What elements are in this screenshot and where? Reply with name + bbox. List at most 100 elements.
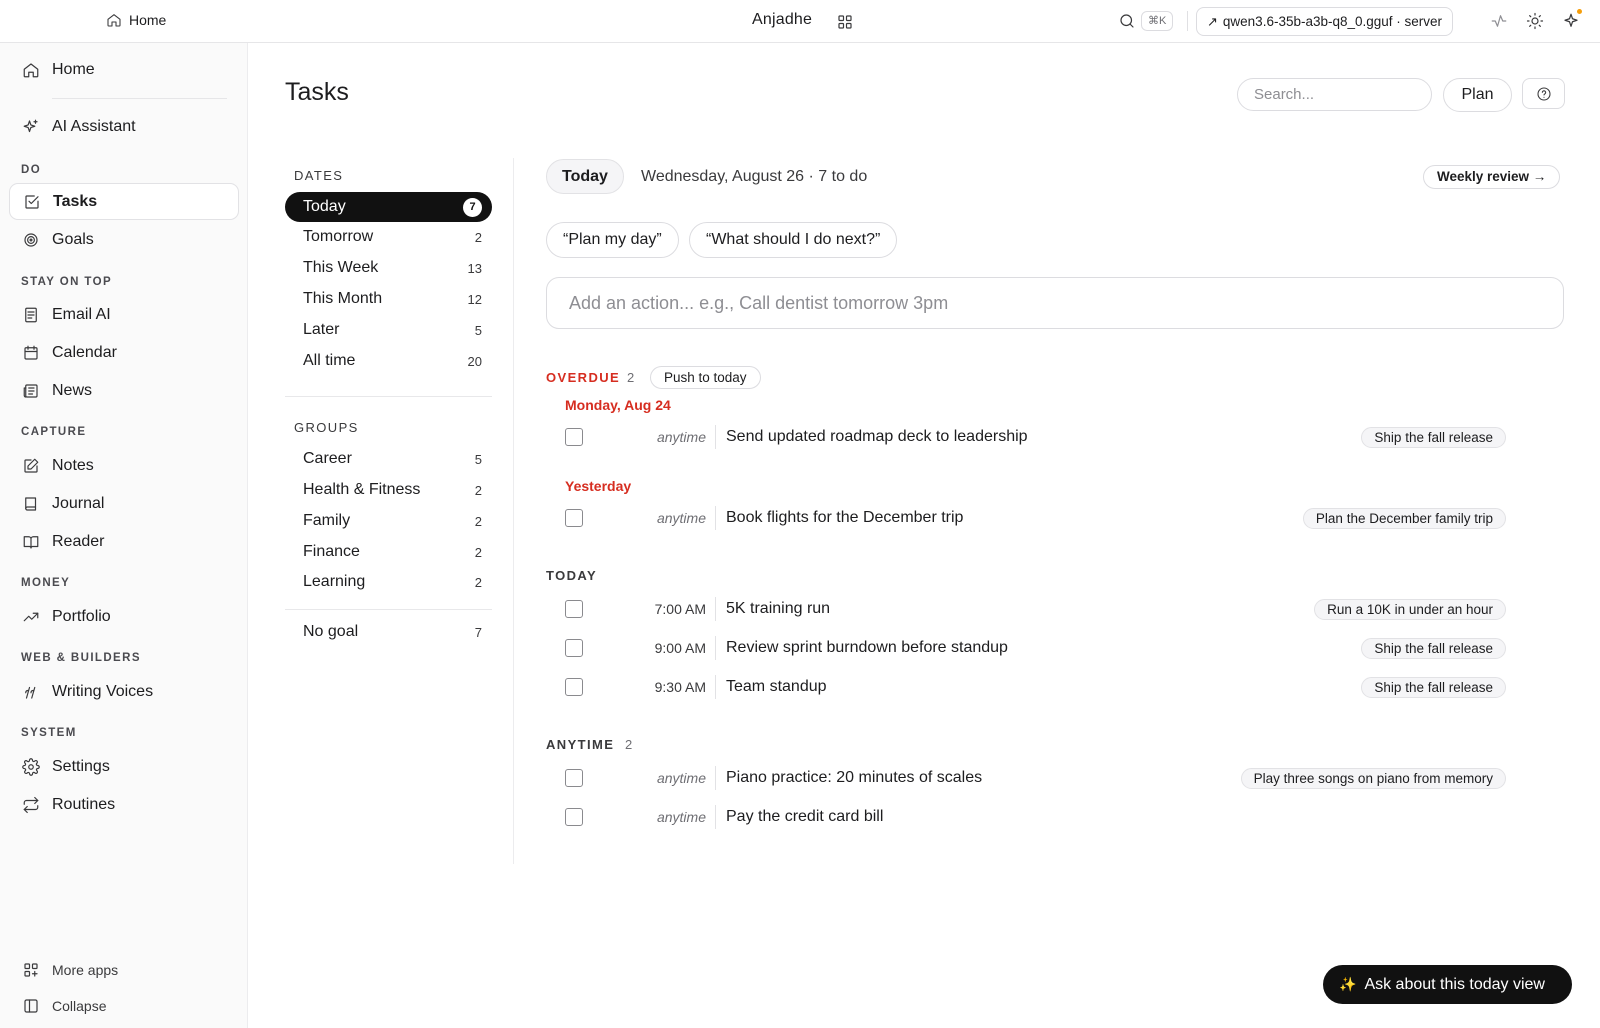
task-divider [715, 597, 716, 621]
push-to-today-button[interactable]: Push to today [650, 366, 761, 389]
task-goal-badge[interactable]: Plan the December family trip [1302, 508, 1506, 529]
filter-group-finance[interactable]: Finance 2 [285, 537, 492, 567]
weekly-review-button[interactable]: Weekly review → [1423, 165, 1561, 189]
filter-no-goal[interactable]: No goal 7 [285, 617, 492, 647]
sidebar-item-label: Reader [52, 532, 105, 550]
newspaper-icon [23, 383, 38, 398]
sidebar-item-email-ai[interactable]: Email AI [9, 296, 239, 333]
sidebar-item-label: News [52, 381, 93, 399]
model-selector[interactable]: ↗ qwen3.6-35b-a3b-q8_0.gguf · server [1196, 7, 1454, 36]
sidebar-more-apps[interactable]: More apps [9, 961, 118, 979]
task-row: anytime Book flights for the December tr… [546, 501, 1506, 535]
task-checkbox[interactable] [565, 769, 583, 787]
task-checkbox[interactable] [565, 639, 583, 657]
theme-toggle[interactable] [1526, 12, 1544, 30]
activity-button[interactable] [1490, 12, 1508, 30]
task-goal-badge[interactable]: Run a 10K in under an hour [1314, 599, 1506, 620]
add-action-input[interactable] [546, 277, 1564, 329]
filter-label: No goal [303, 623, 359, 640]
filter-all-time[interactable]: All time 20 [285, 346, 492, 376]
grid-icon [838, 15, 852, 29]
sidebar-item-home[interactable]: Home [9, 51, 239, 88]
sidebar-item-ai-assistant[interactable]: AI Assistant [9, 108, 239, 145]
sidebar-item-settings[interactable]: Settings [9, 748, 239, 785]
sidebar-item-calendar[interactable]: Calendar [9, 334, 239, 371]
sidebar-item-tasks[interactable]: Tasks [9, 183, 239, 220]
filter-group-learning[interactable]: Learning 2 [285, 567, 492, 597]
overdue-day-label: Yesterday [565, 478, 632, 494]
task-row: anytime Send updated roadmap deck to lea… [546, 420, 1506, 454]
sidebar-item-routines[interactable]: Routines [9, 786, 239, 823]
task-title[interactable]: Book flights for the December trip [726, 509, 963, 527]
suggestion-what-next[interactable]: “What should I do next?” [689, 222, 898, 258]
sidebar-item-writing-voices[interactable]: Writing Voices [9, 673, 239, 710]
task-checkbox[interactable] [565, 678, 583, 696]
task-title[interactable]: Review sprint burndown before standup [726, 639, 1008, 657]
filter-group-family[interactable]: Family 2 [285, 506, 492, 536]
section-label-system: SYSTEM [21, 727, 77, 739]
search-input[interactable] [1237, 78, 1432, 111]
topbar-home-link[interactable]: Home [106, 12, 166, 28]
today-view-pill[interactable]: Today [546, 159, 624, 194]
suggestion-plan-my-day[interactable]: “Plan my day” [546, 222, 679, 258]
sidebar-item-reader[interactable]: Reader [9, 523, 239, 560]
sidebar-item-label: Goals [52, 230, 94, 248]
app-brand[interactable]: Anjadhe [752, 11, 812, 29]
activity-icon [1491, 15, 1507, 27]
gear-icon [22, 757, 40, 776]
search-icon [1120, 14, 1134, 28]
document-icon [25, 307, 37, 322]
task-checkbox[interactable] [565, 509, 583, 527]
filter-this-month[interactable]: This Month 12 [285, 284, 492, 314]
ask-ai-button[interactable]: ✨ Ask about this today view [1323, 965, 1572, 1004]
sidebar-collapse[interactable]: Collapse [9, 997, 106, 1015]
task-title[interactable]: Piano practice: 20 minutes of scales [726, 769, 982, 787]
sidebar-item-goals[interactable]: Goals [9, 221, 239, 258]
target-icon [24, 232, 38, 247]
ai-sparkle-button[interactable] [1562, 12, 1580, 30]
plan-button[interactable]: Plan [1443, 78, 1512, 112]
anytime-section-label: ANYTIME [546, 737, 615, 752]
task-goal-badge[interactable]: Ship the fall release [1361, 677, 1506, 698]
help-icon [1536, 86, 1551, 101]
filter-count: 7 [463, 197, 482, 217]
section-label-capture: CAPTURE [21, 426, 87, 438]
task-row: 9:00 AM Review sprint burndown before st… [546, 631, 1506, 665]
apps-grid-button[interactable] [836, 13, 854, 31]
task-title[interactable]: Send updated roadmap deck to leadership [726, 428, 1028, 446]
filter-this-week[interactable]: This Week 13 [285, 253, 492, 283]
sidebar-item-portfolio[interactable]: Portfolio [9, 598, 239, 635]
sidebar-item-journal[interactable]: Journal [9, 485, 239, 522]
task-time: anytime [656, 510, 706, 526]
task-goal-badge[interactable]: Ship the fall release [1361, 638, 1506, 659]
task-checkbox[interactable] [565, 808, 583, 826]
filter-label: Learning [303, 573, 366, 590]
overdue-day-label: Monday, Aug 24 [565, 397, 671, 413]
notification-dot [1577, 9, 1582, 14]
open-book-icon [23, 535, 39, 549]
task-goal-badge[interactable]: Play three songs on piano from memory [1240, 768, 1506, 789]
global-search-button[interactable] [1118, 12, 1136, 30]
filter-group-health[interactable]: Health & Fitness 2 [285, 475, 492, 505]
filter-count: 20 [467, 353, 482, 369]
topbar-home-label: Home [129, 12, 167, 28]
task-goal-badge[interactable]: Ship the fall release [1361, 427, 1506, 448]
sidebar-item-news[interactable]: News [9, 372, 239, 409]
sidebar-item-label: Journal [52, 494, 105, 512]
filter-count: 5 [474, 322, 482, 338]
filter-today[interactable]: Today 7 [285, 192, 492, 222]
filter-tomorrow[interactable]: Tomorrow 2 [285, 222, 492, 252]
help-button[interactable] [1522, 78, 1565, 109]
task-title[interactable]: 5K training run [726, 600, 830, 618]
filter-group-career[interactable]: Career 5 [285, 444, 492, 474]
ask-ai-label: Ask about this today view [1364, 975, 1545, 993]
filter-count: 13 [467, 260, 482, 276]
task-title[interactable]: Pay the credit card bill [726, 808, 883, 826]
task-title[interactable]: Team standup [726, 678, 827, 696]
filter-label: All time [303, 352, 356, 369]
task-checkbox[interactable] [565, 600, 583, 618]
sidebar-item-label: Notes [52, 456, 94, 474]
task-checkbox[interactable] [565, 428, 583, 446]
sidebar-item-notes[interactable]: Notes [9, 447, 239, 484]
filter-later[interactable]: Later 5 [285, 315, 492, 345]
